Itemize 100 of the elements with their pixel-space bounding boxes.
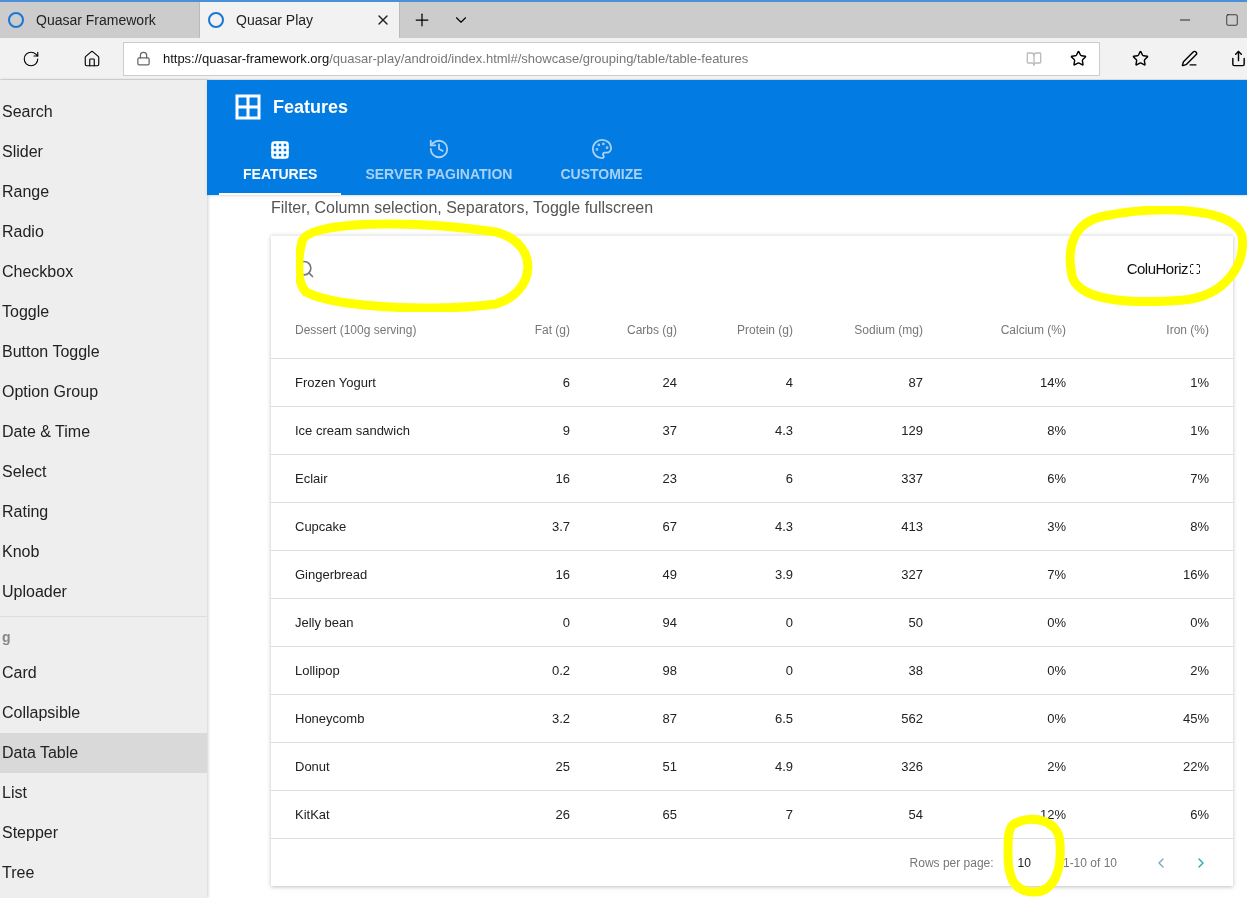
table-cell-text: 6.5 <box>773 709 794 728</box>
sidebar-item[interactable]: Rating <box>0 492 207 532</box>
sidebar-item[interactable]: Collapsible <box>0 693 207 733</box>
table-cell-text: 0 <box>784 661 794 680</box>
table-cell-text: 23 <box>661 469 678 488</box>
table-cell-text: 6% <box>1189 805 1210 824</box>
table-cell-text: Eclair <box>294 469 329 488</box>
sidebar-section-label: g <box>1 627 12 647</box>
table-cell-text: 45% <box>1181 709 1210 728</box>
table-cell-text: KitKat <box>294 805 331 824</box>
table-cell-text: 326 <box>900 757 924 776</box>
column-header[interactable]: Sodium (mg) <box>817 321 947 339</box>
table-cell-text: Donut <box>294 757 331 776</box>
table-cell-text: 7% <box>1046 565 1067 584</box>
sidebar-item[interactable]: Toggle <box>0 292 207 332</box>
pen-icon[interactable] <box>1181 50 1198 67</box>
table-cell-text: 16% <box>1181 565 1210 584</box>
sidebar-item[interactable]: Checkbox <box>0 252 207 292</box>
table-cell-text: 0% <box>1046 709 1067 728</box>
maximize-icon[interactable] <box>1225 13 1239 27</box>
table-cell-text: 6 <box>561 373 571 392</box>
table-cell-text: 14% <box>1038 373 1067 392</box>
sidebar-item[interactable]: Data Table <box>0 733 207 773</box>
header-tab[interactable]: FEATURES <box>219 130 342 195</box>
column-header[interactable]: Carbs (g) <box>594 321 701 339</box>
description-text: Filter, Column selection, Separators, Toggle fullscreen <box>271 198 655 218</box>
sidebar-item[interactable]: Tree <box>0 853 207 893</box>
grid-logo-icon <box>235 94 261 120</box>
table-cell-text: 16 <box>554 565 571 584</box>
table-cell-text: 2% <box>1189 661 1210 680</box>
table-cell-text: 9 <box>561 421 571 440</box>
sidebar-item[interactable]: Stepper <box>0 813 207 853</box>
table-cell-text: 25 <box>554 757 571 776</box>
column-header[interactable]: Dessert (100g serving) <box>271 321 474 339</box>
table-cell-text: Cupcake <box>294 517 348 536</box>
header-title: Features <box>273 95 349 119</box>
table-cell-text: 54 <box>907 805 924 824</box>
table-cell-text: Gingerbread <box>294 565 369 584</box>
fullscreen-icon[interactable] <box>1189 263 1201 275</box>
table-cell-text: 0% <box>1046 613 1067 632</box>
sidebar-item[interactable]: Search <box>0 92 207 132</box>
pagination-range: 1-10 of 10 <box>1062 854 1117 872</box>
table-cell-text: 50 <box>907 613 924 632</box>
url-text: https://quasar-framework.org/quasar-play/android/index.html#/showcase/grouping/table/table-features <box>162 49 750 68</box>
table-cell-text: 4 <box>784 373 794 392</box>
table-cell-text: Jelly bean <box>294 613 355 632</box>
table-cell-text: 3.7 <box>550 517 571 536</box>
column-header[interactable]: Protein (g) <box>701 321 817 339</box>
table-cell-text: 67 <box>661 517 678 536</box>
star-icon[interactable] <box>1070 50 1087 67</box>
sidebar-item[interactable]: Select <box>0 452 207 492</box>
sidebar-item[interactable]: Card <box>0 653 207 693</box>
sidebar-item[interactable]: Option Group <box>0 372 207 412</box>
table-cell-text: 337 <box>900 469 924 488</box>
browser-tab[interactable]: Quasar Play <box>200 2 400 38</box>
table-cell-text: 37 <box>661 421 678 440</box>
toolbar-text: ColuHoriz <box>1126 258 1188 279</box>
table-cell-text: Frozen Yogurt <box>294 373 377 392</box>
table-cell-text: 98 <box>661 661 678 680</box>
column-header[interactable]: Fat (g) <box>474 321 594 339</box>
table-cell-text: 8% <box>1046 421 1067 440</box>
url-field[interactable]: https://quasar-framework.org/quasar-play/android/index.html#/showcase/grouping/table/table-features <box>122 41 1100 76</box>
table-cell-text: 51 <box>661 757 678 776</box>
table-cell-text: 6 <box>784 469 794 488</box>
table-cell-text: 4.3 <box>773 517 794 536</box>
table-cell-text: 7% <box>1189 469 1210 488</box>
sidebar-item[interactable]: Knob <box>0 532 207 572</box>
table-cell-text: 16 <box>554 469 571 488</box>
rows-per-page-label: Rows per page: <box>909 854 994 872</box>
column-header[interactable]: Calcium (%) <box>947 321 1090 339</box>
table-cell-text: 2% <box>1046 757 1067 776</box>
table-cell-text: 4.9 <box>773 757 794 776</box>
table-cell-text: 3.9 <box>773 565 794 584</box>
table-cell-text: 26 <box>554 805 571 824</box>
grid-icon <box>270 140 291 160</box>
table-cell-text: 3% <box>1046 517 1067 536</box>
table-cell-text: Honeycomb <box>294 709 366 728</box>
sidebar-item[interactable]: Slider <box>0 132 207 172</box>
home-icon[interactable] <box>83 49 102 68</box>
sidebar-item[interactable]: List <box>0 773 207 813</box>
refresh-icon[interactable] <box>21 49 40 68</box>
favorites-icon[interactable] <box>1132 50 1149 67</box>
table-cell-text: 327 <box>900 565 924 584</box>
history-icon <box>427 138 450 160</box>
table-cell-text: 22% <box>1181 757 1210 776</box>
table-cell-text: Ice cream sandwich <box>294 421 411 440</box>
lock-icon <box>135 51 151 66</box>
table-cell-text: 24 <box>661 373 678 392</box>
table-cell-text: 38 <box>907 661 924 680</box>
sidebar-item[interactable]: Range <box>0 172 207 212</box>
rows-per-page-select[interactable]: 10 <box>1017 853 1031 872</box>
sidebar-item[interactable]: Uploader <box>0 572 207 612</box>
column-header[interactable]: Iron (%) <box>1090 321 1233 339</box>
table-cell-text: 1% <box>1189 421 1210 440</box>
table-cell-text: 49 <box>661 565 678 584</box>
sidebar-item[interactable]: Date & Time <box>0 412 207 452</box>
sidebar-item[interactable]: Button Toggle <box>0 332 207 372</box>
sidebar-item[interactable]: Radio <box>0 212 207 252</box>
table-cell-text: 7 <box>784 805 794 824</box>
share-icon[interactable] <box>1230 50 1247 67</box>
